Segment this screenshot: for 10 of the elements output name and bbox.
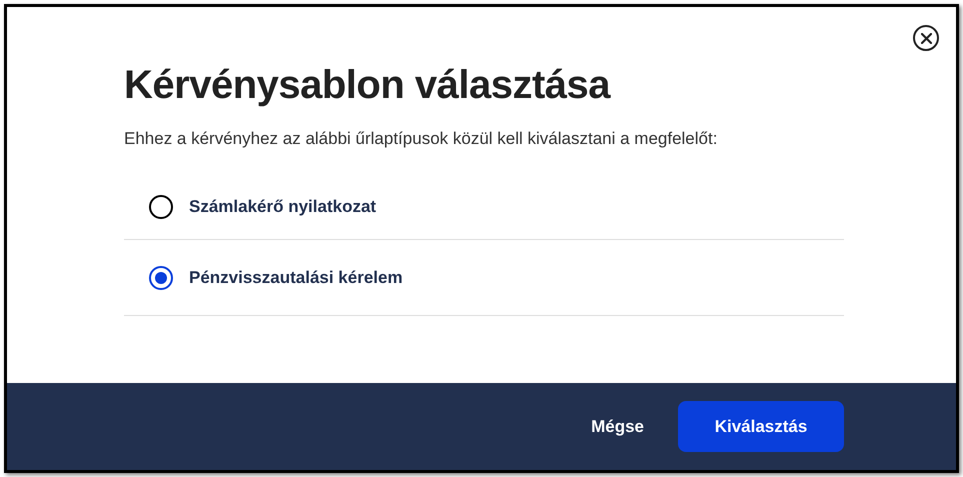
select-button[interactable]: Kiválasztás <box>678 401 844 452</box>
radio-button[interactable] <box>149 266 173 290</box>
close-icon <box>920 32 932 44</box>
dialog-title: Kérvénysablon választása <box>124 62 612 109</box>
option-label: Számlakérő nyilatkozat <box>189 196 376 218</box>
cancel-button[interactable]: Mégse <box>571 401 664 452</box>
option-label: Pénzvisszautalási kérelem <box>189 266 403 289</box>
close-button[interactable] <box>913 25 939 51</box>
radio-button[interactable] <box>149 195 173 219</box>
dialog-description: Ehhez a kérvényhez az alábbi űrlaptípusok közül kell kiválasztani a megfelelőt: <box>124 128 718 150</box>
